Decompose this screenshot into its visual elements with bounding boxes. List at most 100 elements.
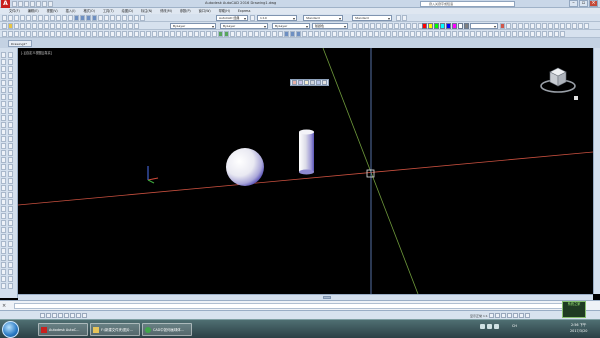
plot-style-select[interactable]: 随颜色 <box>312 23 348 29</box>
ellipse-icon[interactable] <box>86 23 91 29</box>
new-icon[interactable] <box>12 1 17 7</box>
offset-icon[interactable] <box>370 23 375 29</box>
publish-icon[interactable] <box>32 15 37 21</box>
view-iso3-icon[interactable] <box>548 23 553 29</box>
lineweight-select[interactable]: ByLayer <box>272 23 310 29</box>
scale-icon[interactable] <box>394 23 399 29</box>
orbit-mini-icon[interactable] <box>292 80 297 85</box>
customize-icon[interactable] <box>470 31 475 37</box>
search-icon[interactable] <box>518 31 523 37</box>
ucs-previous-icon[interactable] <box>572 23 577 29</box>
gradient-tool-icon[interactable] <box>1 157 6 163</box>
swatch-cyan[interactable] <box>440 23 445 29</box>
start-button[interactable] <box>2 321 19 338</box>
ucs-object-icon[interactable] <box>584 23 589 29</box>
plot-icon[interactable] <box>36 1 41 7</box>
array-icon[interactable] <box>376 23 381 29</box>
taskbar-item-browser[interactable]: CAD中如何画球体... <box>142 323 192 336</box>
steering-wheel-icon[interactable] <box>392 31 397 37</box>
revision-cloud-icon[interactable] <box>74 23 79 29</box>
block-edit-icon[interactable] <box>8 276 13 282</box>
polyline-icon[interactable] <box>44 23 49 29</box>
region-tool-icon[interactable] <box>1 164 6 170</box>
polyline-tool-icon[interactable] <box>1 66 6 72</box>
3d-align-icon[interactable] <box>230 31 235 37</box>
extend-tool-icon[interactable] <box>8 122 13 128</box>
edit-text-icon[interactable] <box>8 213 13 219</box>
autocad-logo-icon[interactable]: A <box>1 0 10 8</box>
attribute-icon[interactable] <box>8 269 13 275</box>
xref-icon[interactable] <box>8 283 13 289</box>
send-back-icon[interactable] <box>8 234 13 240</box>
walk-icon[interactable] <box>302 31 307 37</box>
pan-icon[interactable] <box>74 15 79 21</box>
jogged-linear-icon[interactable] <box>98 31 103 37</box>
info-icon[interactable] <box>542 31 547 37</box>
showmotion-icon[interactable] <box>398 31 403 37</box>
preview-icon[interactable] <box>26 15 31 21</box>
light-icon[interactable] <box>320 31 325 37</box>
copy-object-icon[interactable] <box>358 23 363 29</box>
undo-icon[interactable] <box>42 1 47 7</box>
clean-screen-status-icon[interactable] <box>518 313 524 318</box>
copy-tool-icon[interactable] <box>8 59 13 65</box>
view-front-icon[interactable] <box>524 23 529 29</box>
insert-block-icon[interactable] <box>92 23 97 29</box>
rectangle-icon[interactable] <box>56 23 61 29</box>
block-tool-icon[interactable] <box>1 136 6 142</box>
multileader-style-icon[interactable] <box>402 15 407 21</box>
view-right-icon[interactable] <box>518 23 523 29</box>
polygon-icon[interactable] <box>50 23 55 29</box>
realistic-icon[interactable] <box>344 31 349 37</box>
regen-icon[interactable] <box>434 31 439 37</box>
spline-tool-icon[interactable] <box>1 108 6 114</box>
view-iso-icon[interactable] <box>536 23 541 29</box>
grid-icon[interactable] <box>40 313 45 318</box>
flag-icon[interactable] <box>494 324 499 329</box>
workspace-settings-icon[interactable] <box>512 31 517 37</box>
help-search-input[interactable]: 键入关键字或短语 <box>420 1 515 7</box>
redo-icon[interactable] <box>68 15 73 21</box>
cone-icon[interactable] <box>140 31 145 37</box>
visual-style-icon[interactable] <box>338 31 343 37</box>
open-icon[interactable] <box>8 15 13 21</box>
dim-baseline-icon[interactable] <box>56 31 61 37</box>
arc-tool-icon[interactable] <box>1 87 6 93</box>
communication-icon[interactable] <box>524 31 529 37</box>
close-icon[interactable]: × <box>2 303 6 309</box>
layer-properties-icon[interactable] <box>2 23 7 29</box>
volume-icon[interactable] <box>487 324 492 329</box>
trace-icon[interactable] <box>1 269 6 275</box>
boundary-icon[interactable] <box>1 199 6 205</box>
view-left-icon[interactable] <box>512 23 517 29</box>
text-style-icon[interactable] <box>140 15 145 21</box>
lengthen-icon[interactable] <box>8 178 13 184</box>
sphere-icon[interactable] <box>128 31 133 37</box>
view-back-icon[interactable] <box>530 23 535 29</box>
measure-icon[interactable] <box>1 262 6 268</box>
save-icon[interactable] <box>24 1 29 7</box>
insert-tool-icon[interactable] <box>1 129 6 135</box>
zoom-realtime-icon[interactable] <box>80 15 85 21</box>
inspect-icon[interactable] <box>92 31 97 37</box>
dim-radius-icon[interactable] <box>26 31 31 37</box>
viewport-icon[interactable] <box>380 31 385 37</box>
swatch-gray[interactable] <box>464 23 469 29</box>
offset-tool-icon[interactable] <box>8 73 13 79</box>
make-current-icon[interactable] <box>26 23 31 29</box>
erase-tool-icon[interactable] <box>8 52 13 58</box>
tab-drawing1[interactable]: Drawing1* <box>8 40 32 47</box>
group-icon[interactable] <box>8 255 13 261</box>
hatch-icon[interactable] <box>110 23 115 29</box>
free-orbit-icon[interactable] <box>290 31 295 37</box>
units-icon[interactable] <box>452 31 457 37</box>
cylinder-solid[interactable] <box>299 129 314 175</box>
osnap-icon[interactable] <box>64 313 69 318</box>
otrack-icon[interactable] <box>70 313 75 318</box>
add-selected-icon[interactable] <box>1 185 6 191</box>
walk-mini-icon[interactable] <box>322 80 327 85</box>
polar-icon[interactable] <box>58 313 63 318</box>
annotation-scale-icon[interactable] <box>250 15 255 21</box>
gradient-icon[interactable] <box>116 23 121 29</box>
view-top-icon[interactable] <box>500 23 505 29</box>
